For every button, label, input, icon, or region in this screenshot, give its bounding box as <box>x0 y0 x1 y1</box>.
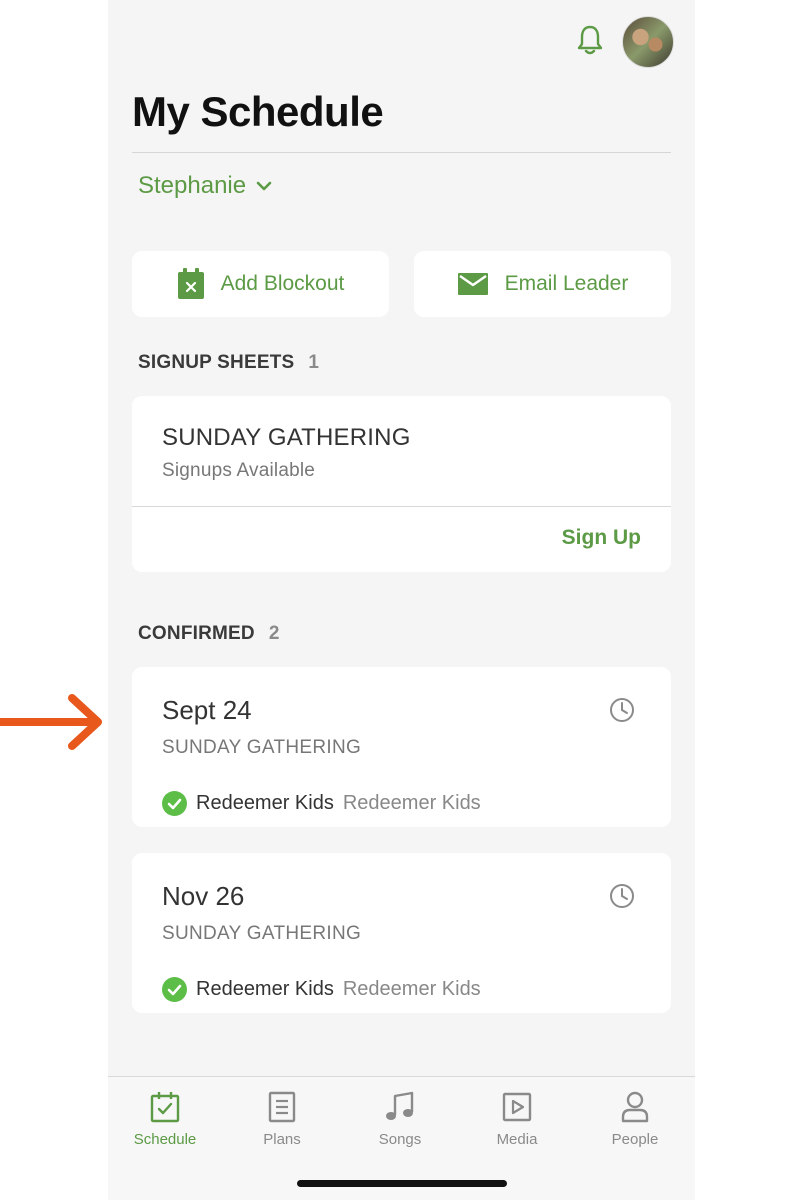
confirmed-title: CONFIRMED <box>138 623 255 644</box>
schedule-service: SUNDAY GATHERING <box>162 923 362 944</box>
add-blockout-label: Add Blockout <box>220 272 345 295</box>
schedule-card[interactable]: Nov 26 SUNDAY GATHERING Redeemer Kids Re… <box>132 853 671 1013</box>
document-icon <box>268 1091 296 1123</box>
person-icon <box>621 1091 649 1123</box>
confirmed-count: 2 <box>268 623 280 644</box>
chevron-down-icon <box>256 181 272 191</box>
schedule-role: Redeemer Kids Redeemer Kids <box>162 791 481 816</box>
position-name: Redeemer Kids <box>342 978 481 1000</box>
tab-songs-label: Songs <box>378 1131 422 1148</box>
calendar-x-icon <box>177 268 204 299</box>
envelope-icon <box>457 273 488 295</box>
signup-sheet-subtitle: Signups Available <box>162 460 316 481</box>
tab-songs[interactable]: Songs <box>350 1091 450 1148</box>
schedule-service: SUNDAY GATHERING <box>162 737 362 758</box>
signup-sheets-count: 1 <box>308 352 320 373</box>
tab-people[interactable]: People <box>585 1091 685 1148</box>
clock-icon <box>610 698 634 722</box>
schedule-date: Nov 26 <box>162 881 245 911</box>
confirmed-heading: CONFIRMED 2 <box>138 623 280 645</box>
tab-schedule-label: Schedule <box>133 1131 197 1148</box>
tab-plans-label: Plans <box>263 1131 301 1148</box>
person-name: Stephanie <box>138 172 247 199</box>
bell-icon[interactable] <box>575 24 605 56</box>
app-screen: My Schedule Stephanie Add Blockout Email… <box>108 0 695 1200</box>
play-icon <box>502 1092 532 1122</box>
schedule-card[interactable]: Sept 24 SUNDAY GATHERING Redeemer Kids R… <box>132 667 671 827</box>
add-blockout-button[interactable]: Add Blockout <box>132 251 389 317</box>
check-circle-icon <box>162 977 187 1002</box>
signup-sheets-title: SIGNUP SHEETS <box>138 352 295 373</box>
tab-schedule[interactable]: Schedule <box>115 1091 215 1148</box>
calendar-check-icon <box>150 1092 180 1123</box>
email-leader-button[interactable]: Email Leader <box>414 251 671 317</box>
signup-sheet-title: SUNDAY GATHERING <box>162 424 411 451</box>
tab-plans[interactable]: Plans <box>232 1091 332 1148</box>
tab-media[interactable]: Media <box>467 1091 567 1148</box>
schedule-date: Sept 24 <box>162 695 252 725</box>
email-leader-label: Email Leader <box>504 272 629 295</box>
team-name: Redeemer Kids <box>196 978 334 1000</box>
user-avatar[interactable] <box>622 16 674 68</box>
clock-icon <box>610 884 634 908</box>
signup-sheet-card[interactable]: SUNDAY GATHERING Signups Available Sign … <box>132 396 671 572</box>
sign-up-button[interactable]: Sign Up <box>562 526 641 550</box>
schedule-role: Redeemer Kids Redeemer Kids <box>162 977 481 1002</box>
tab-people-label: People <box>611 1131 659 1148</box>
check-circle-icon <box>162 791 187 816</box>
card-divider <box>132 506 671 507</box>
home-indicator <box>297 1180 507 1187</box>
pointer-arrow-annotation <box>0 694 102 750</box>
position-name: Redeemer Kids <box>342 792 481 814</box>
page-title: My Schedule <box>132 88 384 135</box>
header-divider <box>132 152 671 153</box>
person-selector[interactable]: Stephanie <box>138 172 272 200</box>
tab-media-label: Media <box>496 1131 538 1148</box>
team-name: Redeemer Kids <box>196 792 334 814</box>
music-note-icon <box>386 1091 414 1120</box>
signup-sheets-heading: SIGNUP SHEETS 1 <box>138 352 319 374</box>
